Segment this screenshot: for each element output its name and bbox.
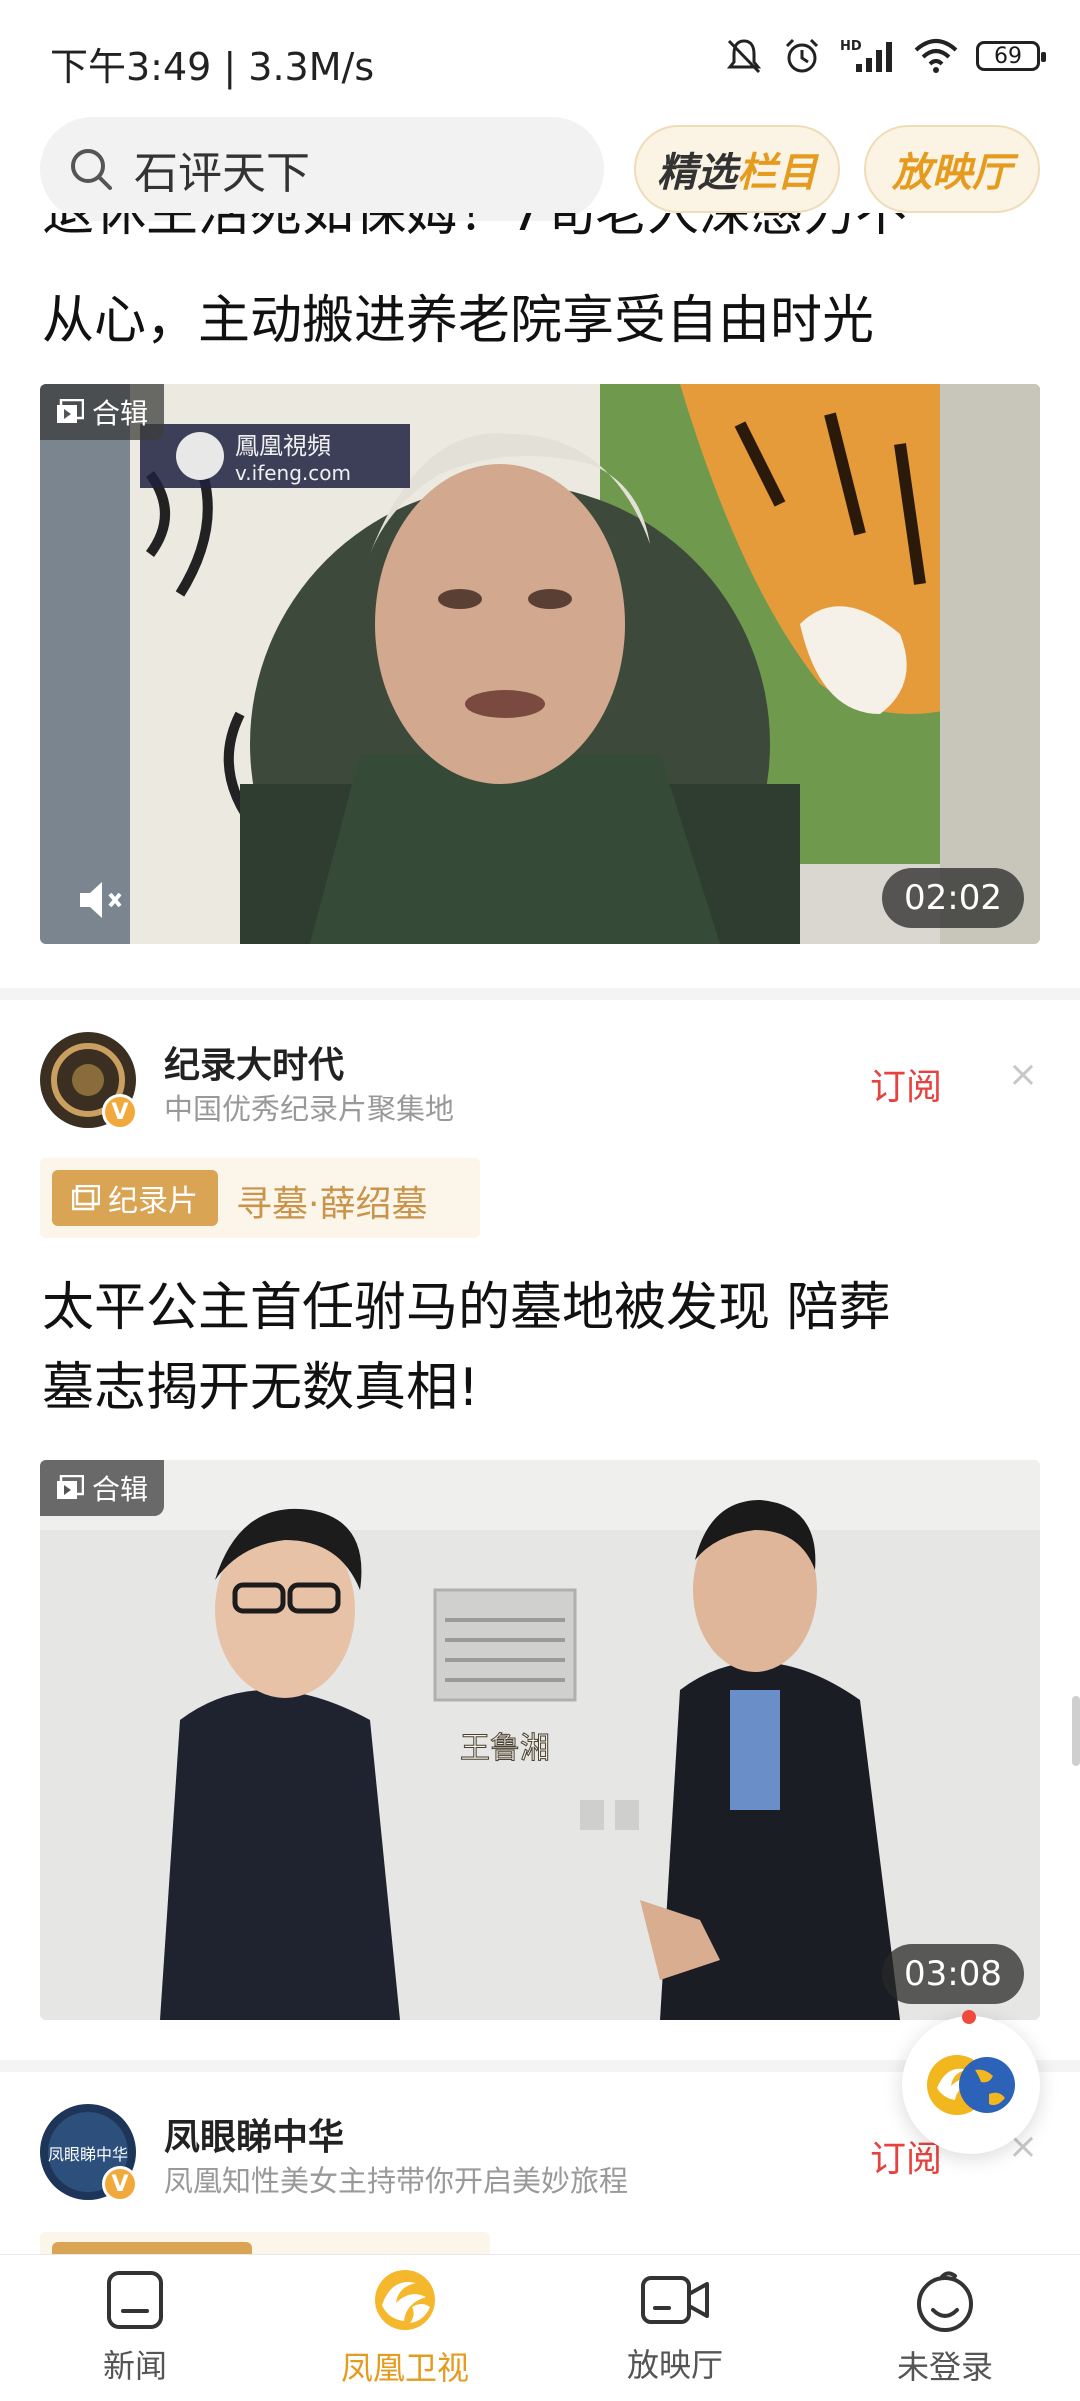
avatar-text: 凤眼睇中华 (48, 2145, 128, 2164)
video-duration: 02:02 (882, 868, 1024, 928)
screening-room-button[interactable]: 放映厅 (864, 125, 1040, 213)
battery-icon: 69 (976, 41, 1046, 71)
nav-label-login: 未登录 (896, 2348, 993, 2386)
search-icon (71, 149, 112, 190)
notification-dot (962, 2010, 976, 2024)
news-icon (107, 2271, 163, 2329)
bottom-navigation: 新闻 凤凰卫视 放映厅 未登录 (0, 2254, 1080, 2401)
mute-bell-icon (726, 39, 762, 74)
verified-icon: V (102, 1094, 138, 1130)
hd-signal-icon: HD (840, 39, 892, 72)
article-title-line1: 太平公主首任驸马的墓地被发现 陪葬 (42, 1278, 891, 1338)
nav-item-screening-room[interactable]: 放映厅 (540, 2255, 810, 2401)
nav-item-news[interactable]: 新闻 (0, 2255, 270, 2401)
subscribe-button[interactable]: 订阅 (870, 1058, 942, 1110)
close-icon[interactable]: × (1008, 1054, 1038, 1095)
documentary-tag: 纪录片 (52, 1170, 218, 1226)
svg-text:HD: HD (840, 39, 862, 54)
article-title-line: 从心，主动搬进养老院享受自由时光 (42, 291, 875, 351)
badge-label: 合辑 (92, 397, 149, 430)
video-duration: 03:08 (882, 1944, 1024, 2004)
user-face-icon (917, 2271, 973, 2332)
phoenix-float-button[interactable] (902, 2010, 1040, 2154)
watermark-url: v.ifeng.com (235, 461, 351, 485)
series-tag-row[interactable]: 纪录片 寻墓·薛绍墓 (40, 1158, 480, 1238)
search-placeholder: 石评天下 (134, 148, 310, 199)
scrollbar[interactable] (1072, 1696, 1080, 1766)
search-bar[interactable]: 石评天下 (40, 117, 604, 221)
collection-badge: 合辑 (40, 384, 165, 440)
phoenix-globe-icon (927, 2055, 1015, 2115)
channel-header[interactable]: V 纪录大时代 中国优秀纪录片聚集地 订阅 × (40, 1032, 1040, 1142)
nav-label-phoenix-tv: 凤凰卫视 (340, 2349, 469, 2387)
subtitle-caption: 王鲁湘 (460, 1731, 550, 1766)
featured-columns-button[interactable]: 精选 栏目 (634, 125, 840, 213)
verified-icon: V (102, 2166, 138, 2202)
channel-description: 凤凰知性美女主持带你开启美妙旅程 (164, 2164, 629, 2198)
collection-icon (57, 1475, 84, 1499)
nav-item-login[interactable]: 未登录 (810, 2255, 1080, 2401)
video-thumbnail[interactable]: 王鲁湘 合辑 03:08 (40, 1460, 1040, 2020)
nav-label-screening-room: 放映厅 (626, 2346, 723, 2384)
phoenix-logo-icon (375, 2270, 435, 2330)
video-frame-elder: 鳳凰視頻 v.ifeng.com (40, 384, 1040, 944)
badge-label: 合辑 (92, 1473, 149, 1506)
status-icons: HD 69 (724, 36, 1046, 76)
article-title-line2: 墓志揭开无数真相! (42, 1358, 479, 1418)
tag-label: 纪录片 (108, 1184, 198, 1219)
collection-icon (72, 1185, 100, 1211)
feed-divider (0, 988, 1080, 1000)
pill-label-part1: 精选 (657, 150, 737, 196)
mute-button[interactable] (76, 878, 126, 926)
alarm-icon (785, 38, 819, 73)
wifi-icon (914, 39, 958, 73)
series-name: 寻墓·薛绍墓 (236, 1184, 428, 1225)
collection-icon (57, 399, 84, 423)
nav-label-news: 新闻 (102, 2347, 167, 2385)
video-frame-tomb: 王鲁湘 (40, 1460, 1040, 2020)
pill-label-part2: 栏目 (737, 150, 817, 196)
article-title[interactable]: 太平公主首任驸马的墓地被发现 陪葬 墓志揭开无数真相! (42, 1268, 1042, 1428)
video-thumbnail[interactable]: 鳳凰視頻 v.ifeng.com 合辑 02:02 (40, 384, 1040, 944)
status-bar: 下午3:49 | 3.3M/s HD 69 (0, 0, 1080, 120)
channel-description: 中国优秀纪录片聚集地 (164, 1092, 455, 1126)
status-time: 下午3:49 | 3.3M/s (50, 45, 375, 89)
watermark-cn: 鳳凰視頻 (235, 432, 331, 460)
volume-mute-icon (80, 882, 122, 918)
collection-badge: 合辑 (40, 1460, 165, 1516)
channel-name[interactable]: 凤眼睇中华 (164, 2108, 344, 2160)
channel-header[interactable]: 凤眼睇中华 V 凤眼睇中华 凤凰知性美女主持带你开启美妙旅程 订阅 × (40, 2104, 1040, 2214)
nav-item-phoenix-tv[interactable]: 凤凰卫视 (270, 2255, 540, 2401)
channel-name[interactable]: 纪录大时代 (164, 1036, 344, 1088)
video-camera-icon (641, 2276, 709, 2324)
